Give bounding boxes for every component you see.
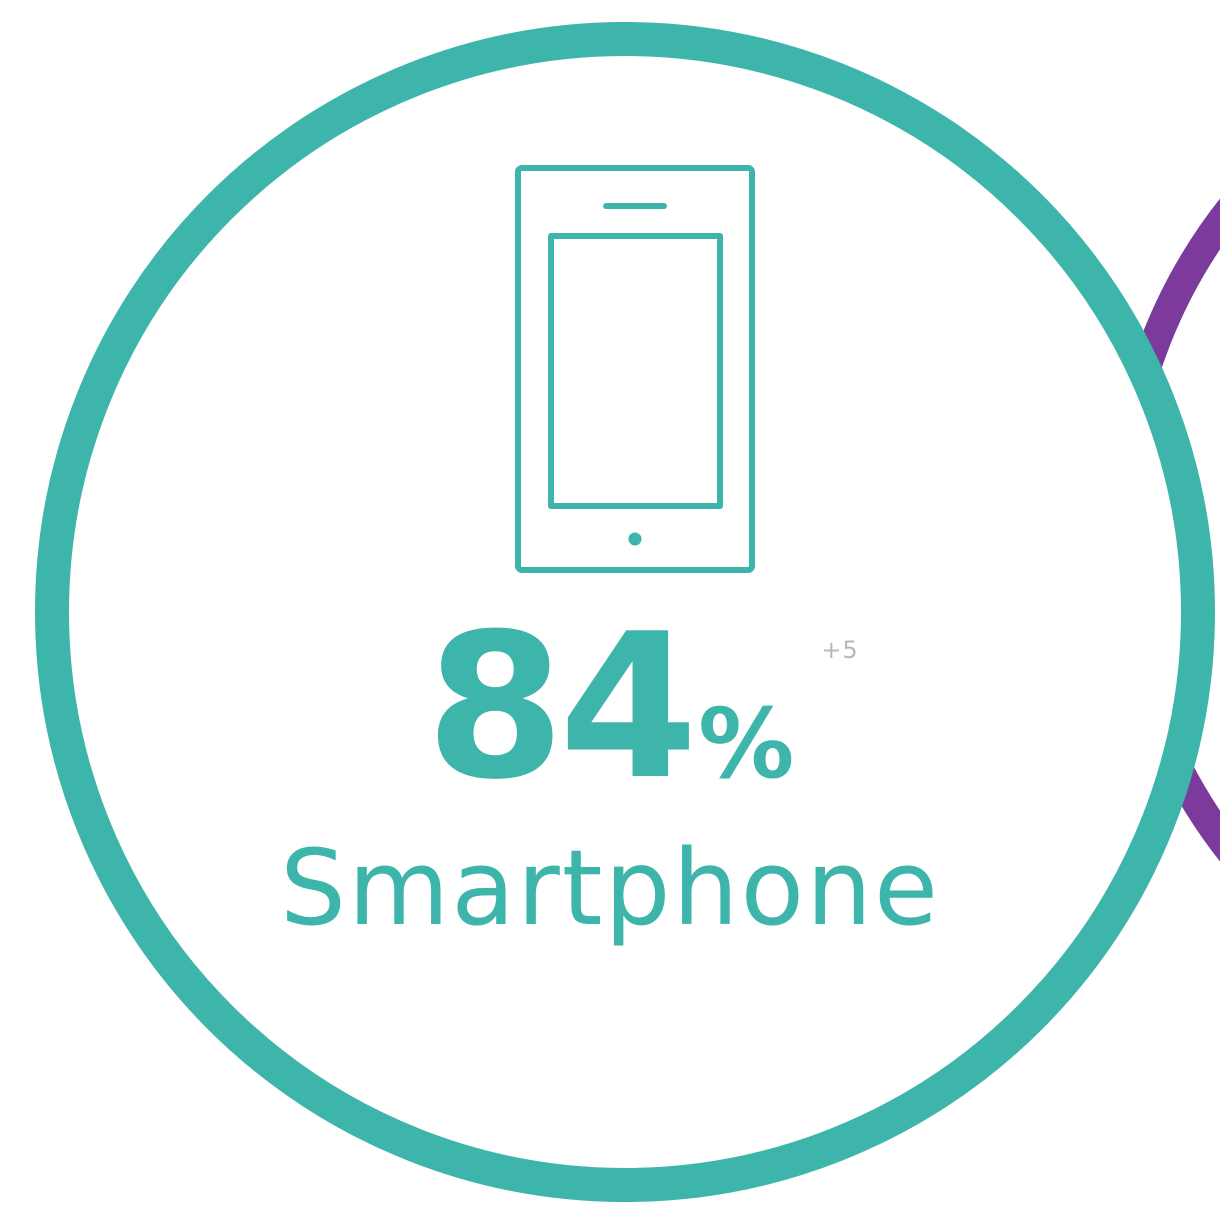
phone-home-button [628, 532, 642, 546]
stat-number: 84 [425, 591, 698, 824]
stat-delta: +5 [821, 636, 859, 664]
stat-label: Smartphone [279, 827, 941, 949]
stat-card: 84% +5 Smartphone [0, 0, 1220, 1220]
stat-unit: % [698, 688, 795, 800]
stat-value: 84% [0, 608, 1220, 808]
